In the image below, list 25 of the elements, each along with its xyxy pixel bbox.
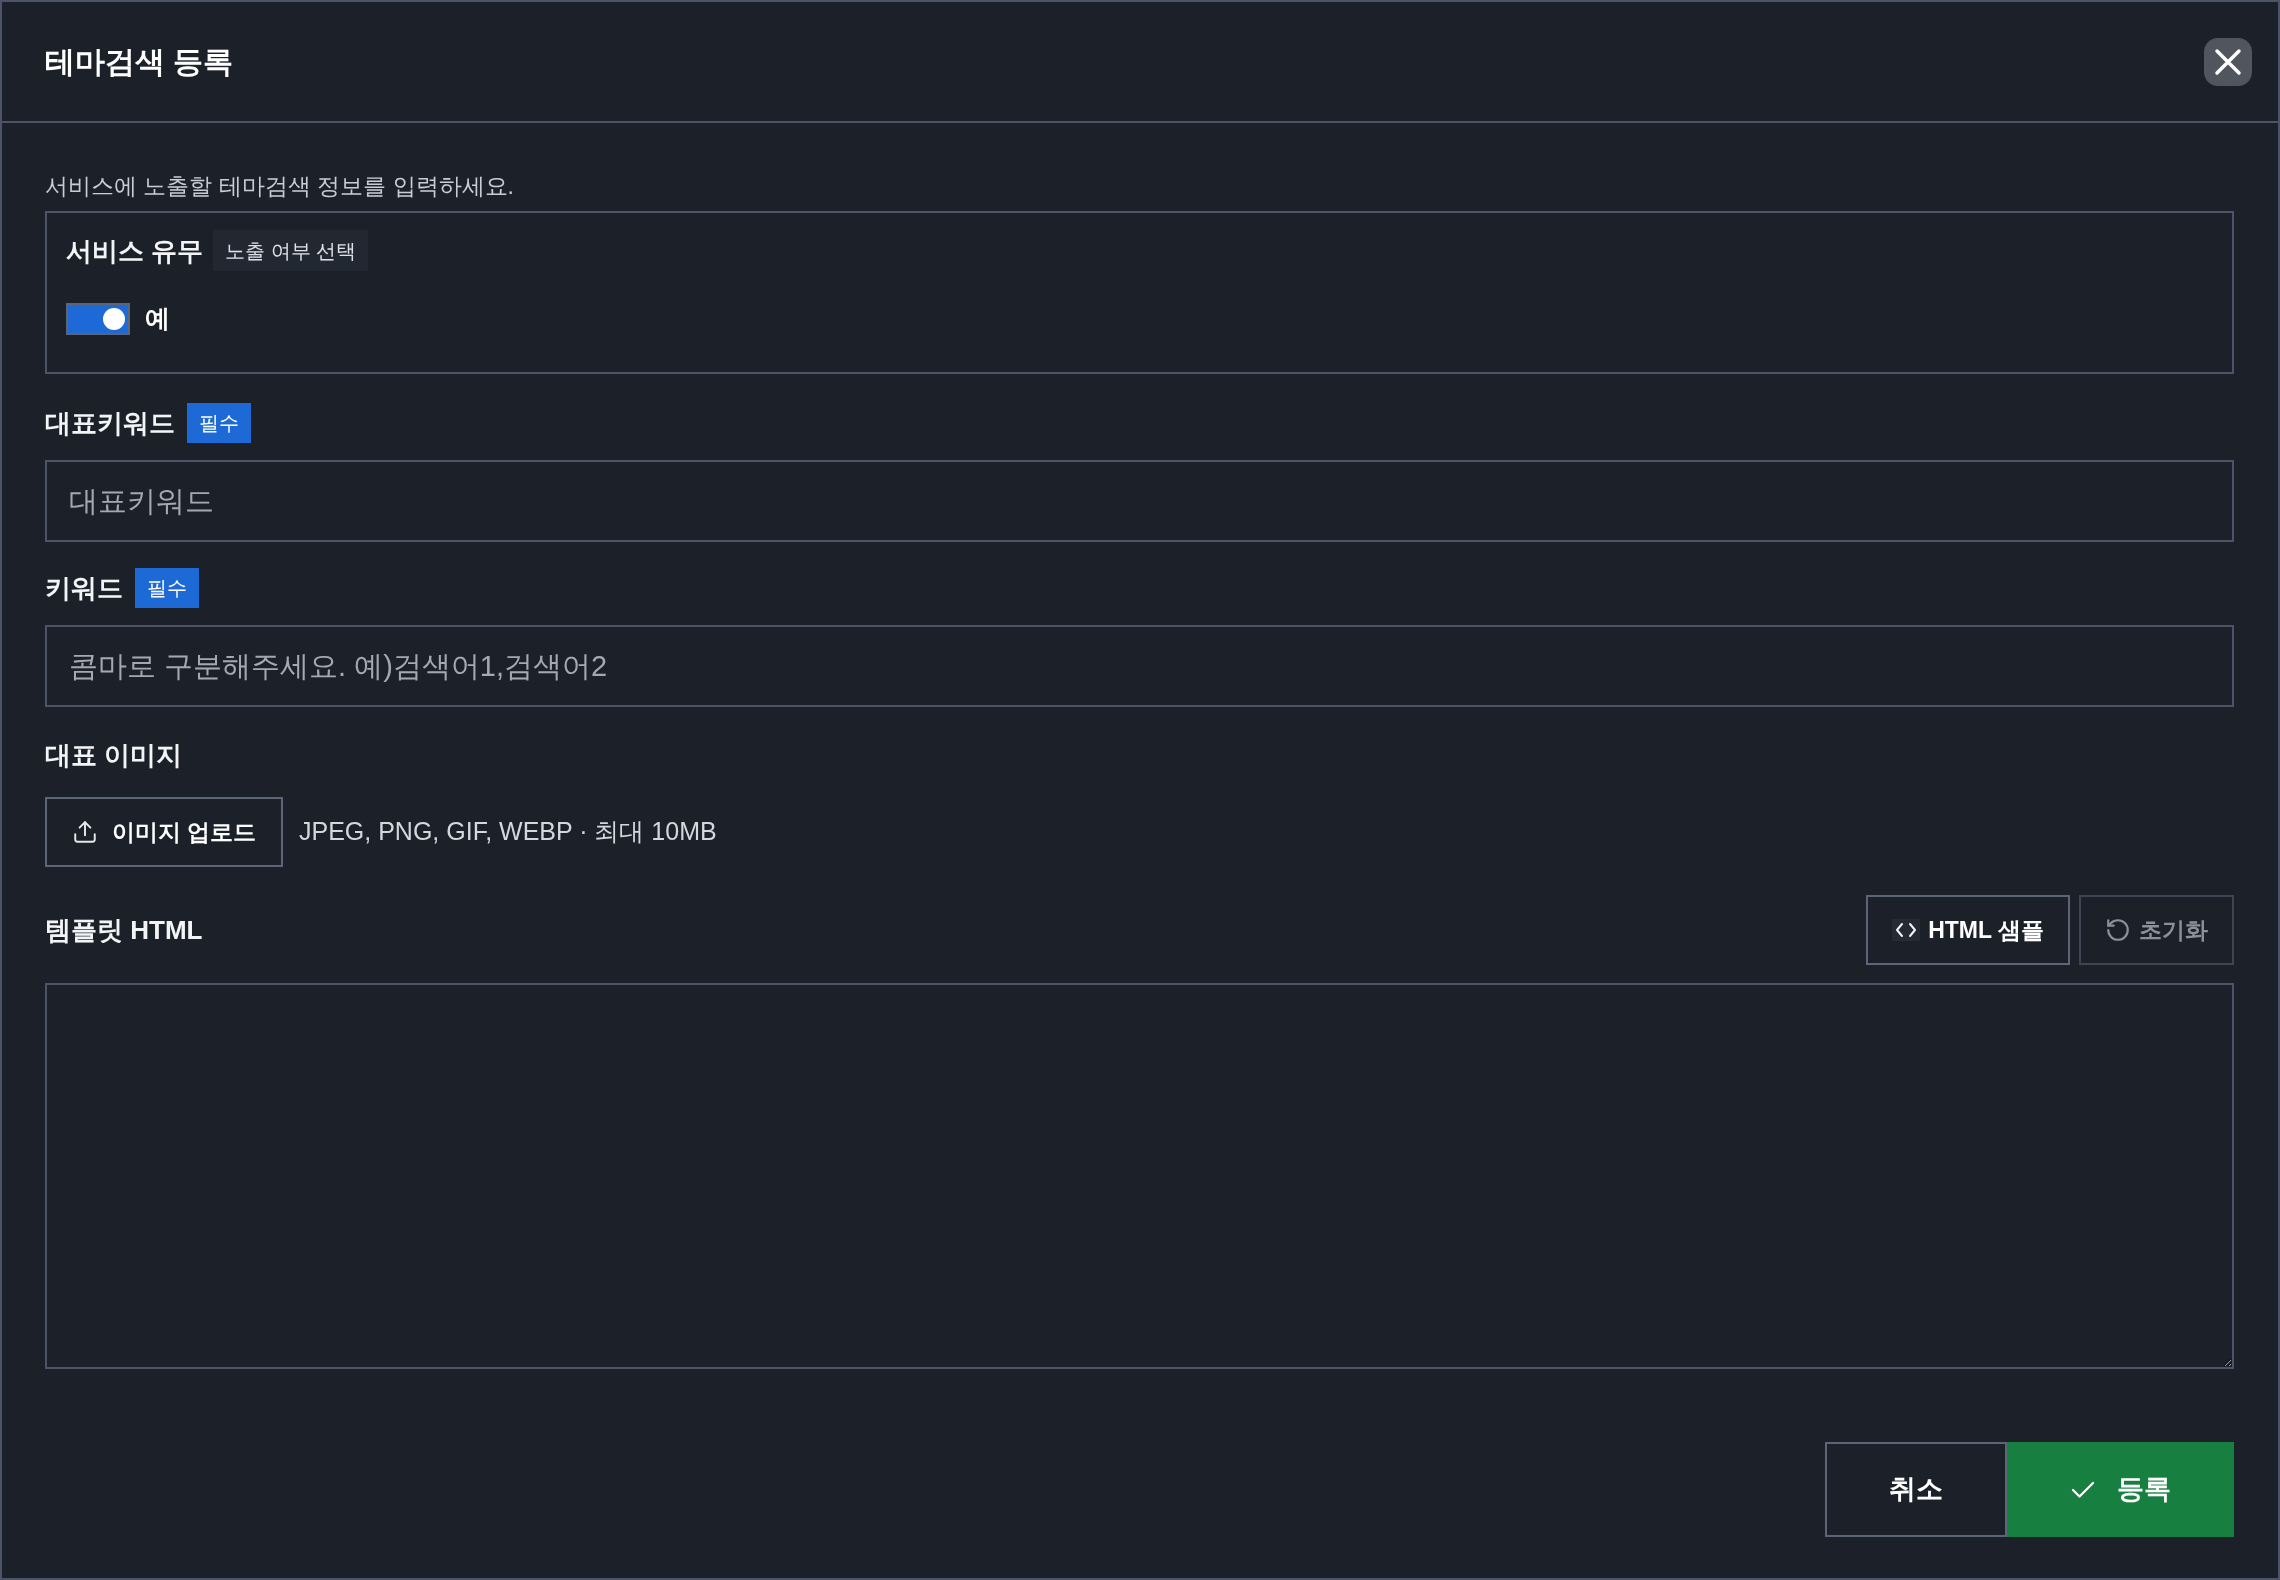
toggle-label: 예 [145,303,170,334]
upload-icon [71,819,98,845]
cancel-button[interactable]: 취소 [1825,1442,2007,1537]
field-label: 템플릿 HTML [45,917,203,943]
description: 서비스에 노출할 테마검색 정보를 입력하세요. [45,172,515,200]
text-input[interactable]: 콤마로 구분해주세요. 예)검색어1,검색어2 [45,625,2234,707]
reset-icon [2105,917,2131,943]
close-icon [2213,46,2243,77]
dialog-title: 테마검색 등록 [45,44,234,80]
sample-button[interactable]: HTML 샘플 [1866,895,2070,965]
required-badge: 필수 [135,567,199,608]
required-badge: 필수 [187,402,251,443]
submit-button[interactable]: 등록 [2007,1442,2234,1537]
code-icon [1892,919,1921,941]
service-tag: 노출 여부 선택 [213,230,369,271]
upload-button[interactable]: 이미지 업로드 [45,797,283,867]
toggle-switch[interactable] [66,302,130,335]
field-label: 키워드 [45,574,123,601]
service-label: 서비스 유무 [66,237,204,264]
field-label: 대표 이미지 [45,742,183,768]
file-hint: JPEG, PNG, GIF, WEBP · 최대 10MB [299,816,717,848]
text-input[interactable]: 대표키워드 [45,460,2234,542]
field-label: 대표키워드 [45,409,175,436]
close-button[interactable] [2204,37,2252,86]
check-icon [2070,1480,2095,1499]
